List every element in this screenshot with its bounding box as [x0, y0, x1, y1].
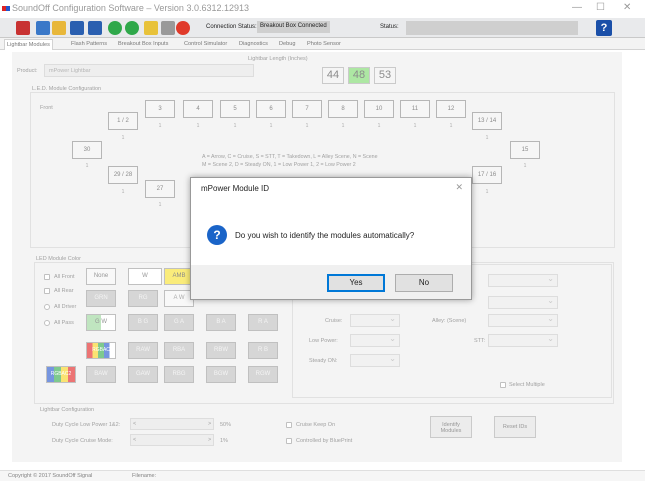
dialog-footer: Yes No — [191, 265, 471, 299]
window-title: SoundOff Configuration Software – Versio… — [12, 3, 250, 13]
toolbar: Connection Status: Breakout Box Connecte… — [0, 18, 645, 38]
no-button[interactable]: No — [395, 274, 453, 292]
open-folder-icon[interactable] — [52, 21, 66, 35]
connect-icon[interactable] — [16, 21, 30, 35]
help-icon[interactable]: ? — [596, 20, 612, 36]
maximize-button[interactable]: ☐ — [596, 2, 605, 13]
save-as-icon[interactable] — [88, 21, 102, 35]
minimize-button[interactable]: — — [572, 2, 582, 13]
settings-icon[interactable] — [161, 21, 175, 35]
status-label: Status: — [380, 24, 399, 30]
power-icon[interactable] — [176, 21, 190, 35]
dialog-close-button[interactable]: ✕ — [455, 182, 463, 193]
status-value — [406, 21, 578, 35]
app-logo-icon — [2, 6, 10, 11]
dialog-message: Do you wish to identify the modules auto… — [235, 231, 415, 240]
connection-status-label: Connection Status: — [206, 24, 257, 30]
module-id-dialog: mPower Module ID ✕ ? Do you wish to iden… — [190, 177, 472, 300]
window-icon[interactable] — [144, 21, 158, 35]
save-icon[interactable] — [70, 21, 84, 35]
yes-button[interactable]: Yes — [327, 274, 385, 292]
connection-status-value: Breakout Box Connected — [257, 21, 330, 33]
upload-icon[interactable] — [108, 21, 122, 35]
download-icon[interactable] — [125, 21, 139, 35]
new-file-icon[interactable] — [36, 21, 50, 35]
close-button[interactable]: ✕ — [623, 2, 631, 13]
question-icon: ? — [207, 225, 227, 245]
title-bar: SoundOff Configuration Software – Versio… — [0, 0, 645, 18]
dialog-title: mPower Module ID — [201, 184, 270, 193]
